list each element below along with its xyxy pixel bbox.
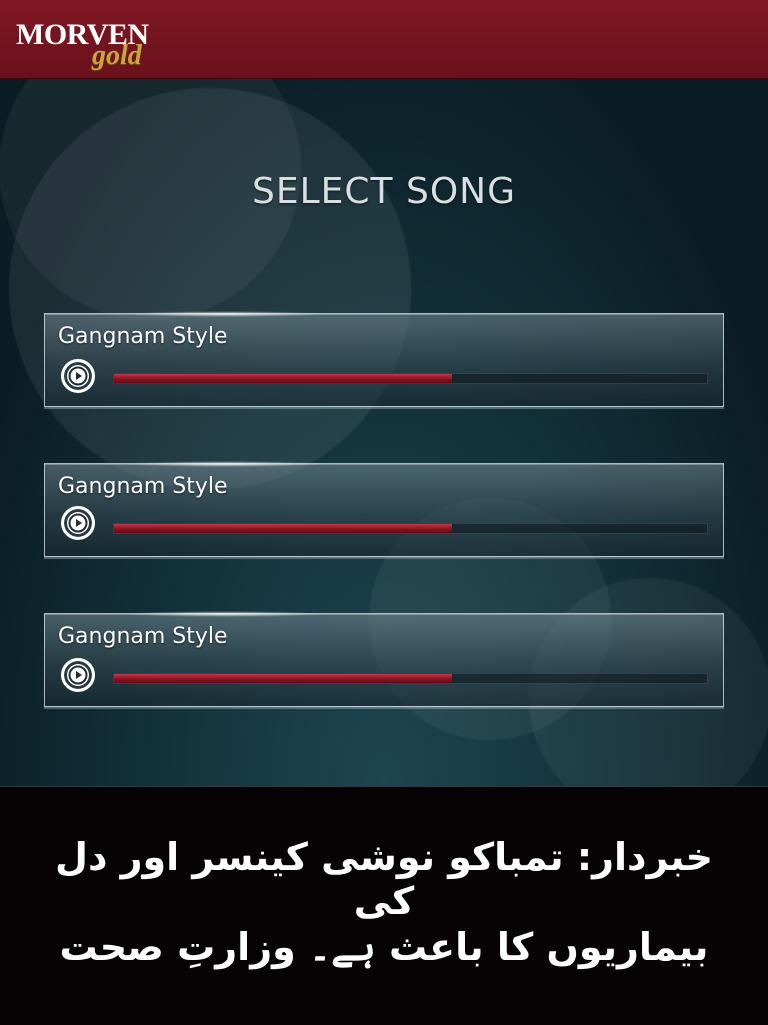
song-progress-fill — [114, 674, 452, 683]
song-title: Gangnam Style — [58, 624, 228, 649]
play-icon — [68, 513, 88, 533]
song-progress-fill — [114, 524, 452, 533]
play-button[interactable] — [61, 506, 95, 540]
play-icon — [68, 366, 88, 386]
song-card[interactable]: Gangnam Style — [44, 311, 724, 407]
song-select-panel: SELECT SONG Gangnam Style Gangnam Style … — [0, 79, 768, 786]
health-warning-footer: خبردار: تمباکو نوشی کینسر اور دل کی بیما… — [0, 786, 768, 1025]
song-progress-fill — [114, 374, 452, 383]
song-card[interactable]: Gangnam Style — [44, 461, 724, 557]
header-bar: MORVEN gold — [0, 0, 768, 79]
song-title: Gangnam Style — [58, 324, 228, 349]
play-icon — [68, 665, 88, 685]
health-warning-line-1: خبردار: تمباکو نوشی کینسر اور دل کی — [54, 835, 714, 923]
play-button[interactable] — [61, 658, 95, 692]
health-warning-line-2: بیماریوں کا باعث ہے۔ وزارتِ صحت — [59, 925, 709, 969]
page-title: SELECT SONG — [252, 171, 516, 212]
song-title: Gangnam Style — [58, 474, 228, 499]
play-button[interactable] — [61, 359, 95, 393]
song-progress-bar[interactable] — [113, 523, 708, 534]
song-progress-bar[interactable] — [113, 673, 708, 684]
song-progress-bar[interactable] — [113, 373, 708, 384]
logo-brand-sub: gold — [92, 40, 142, 71]
song-card[interactable]: Gangnam Style — [44, 611, 724, 707]
